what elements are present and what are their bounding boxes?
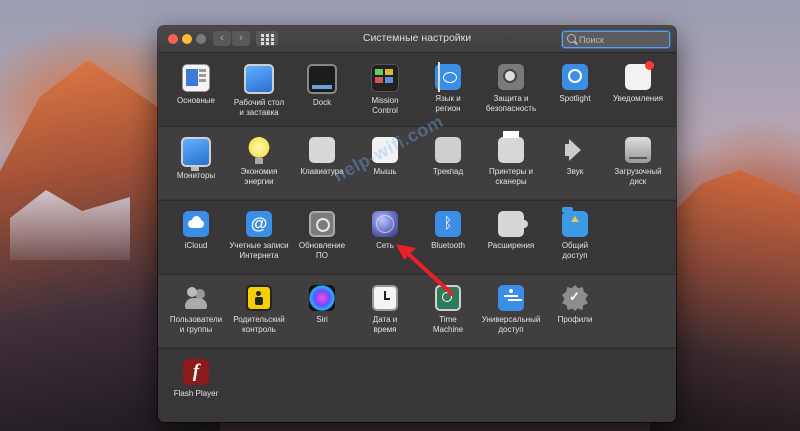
siri-icon: [309, 285, 335, 311]
pane-label: Защита и безопасность: [485, 94, 537, 113]
pane-general[interactable]: Основные: [164, 64, 228, 106]
pane-label: Основные: [177, 96, 215, 105]
icloud-icon: [183, 211, 209, 237]
search-input[interactable]: [579, 32, 665, 47]
startup-disk-icon: [625, 137, 651, 163]
energy-saver-icon: [246, 137, 272, 164]
pane-label: Time Machine: [432, 315, 464, 334]
section-divider: [158, 348, 676, 349]
trackpad-icon: [435, 137, 461, 163]
pane-label: Пользователи и группы: [169, 315, 223, 334]
pane-mission-control[interactable]: Mission Control: [353, 64, 417, 115]
pane-label: Трекпад: [432, 167, 464, 176]
pane-sound[interactable]: Звук: [543, 137, 607, 177]
section-divider: [158, 200, 676, 201]
pane-security[interactable]: Защита и безопасность: [479, 64, 543, 113]
search-field[interactable]: [562, 31, 670, 48]
pane-extensions[interactable]: Расширения: [479, 211, 543, 251]
pane-label: Обновление ПО: [298, 241, 346, 260]
sharing-icon: [562, 207, 588, 237]
pane-displays[interactable]: Мониторы: [164, 137, 228, 181]
network-icon: [372, 211, 398, 237]
pane-profiles[interactable]: Профили: [543, 285, 607, 325]
pane-label: Spotlight: [559, 94, 591, 103]
users-groups-icon: [183, 285, 209, 311]
pane-flash-player[interactable]: f Flash Player: [164, 359, 228, 399]
pane-label: Звук: [566, 167, 584, 176]
general-icon: [182, 64, 210, 92]
pane-label: Dock: [312, 98, 332, 107]
flash-player-icon: f: [183, 359, 209, 385]
pane-label: Siri: [316, 315, 328, 324]
profiles-icon: [562, 285, 588, 311]
pane-printers[interactable]: Принтеры и сканеры: [479, 131, 543, 186]
parental-controls-icon: [246, 285, 272, 311]
pane-label: Язык и регион: [435, 94, 461, 113]
bluetooth-icon: ᛒ: [435, 211, 461, 237]
pane-label: Мониторы: [176, 171, 216, 180]
pane-software-update[interactable]: Обновление ПО: [290, 211, 354, 260]
pane-sharing[interactable]: Общий доступ: [543, 207, 607, 260]
notifications-icon: [625, 61, 654, 90]
pane-label: Расширения: [487, 241, 535, 250]
pane-language-region[interactable]: Язык и регион: [416, 62, 480, 113]
pane-startup-disk[interactable]: Загрузочный диск: [606, 137, 670, 186]
dock-icon: [307, 64, 337, 94]
pane-desktop-screensaver[interactable]: Рабочий стол и заставка: [227, 64, 291, 117]
keyboard-icon: [309, 137, 335, 163]
pane-siri[interactable]: Siri: [290, 285, 354, 325]
pane-label: Загрузочный диск: [614, 167, 662, 186]
pane-label: Рабочий стол и заставка: [233, 98, 285, 117]
pane-label: Родительский контроль: [233, 315, 285, 334]
pane-label: Принтеры и сканеры: [489, 167, 533, 186]
sound-icon: [562, 137, 588, 163]
pane-label: Mission Control: [371, 96, 399, 115]
preferences-section: [158, 348, 676, 422]
pane-label: Общий доступ: [561, 241, 589, 260]
pane-trackpad[interactable]: Трекпад: [416, 137, 480, 177]
pane-notifications[interactable]: Уведомления: [606, 61, 670, 104]
extensions-icon: [498, 211, 528, 237]
spotlight-icon: [562, 64, 588, 90]
security-icon: [498, 64, 524, 90]
pane-label: Учетные записи Интернета: [229, 241, 289, 260]
pane-parental-controls[interactable]: Родительский контроль: [227, 285, 291, 334]
mission-control-icon: [371, 64, 399, 92]
pane-label: iCloud: [184, 241, 208, 250]
pane-dock[interactable]: Dock: [290, 64, 354, 108]
software-update-icon: [309, 211, 335, 237]
pane-label: Профили: [557, 315, 593, 324]
pane-spotlight[interactable]: Spotlight: [543, 64, 607, 104]
internet-accounts-icon: @: [246, 211, 272, 237]
pane-icloud[interactable]: iCloud: [164, 211, 228, 251]
pane-energy-saver[interactable]: Экономия энергии: [227, 137, 291, 186]
pane-internet-accounts[interactable]: @ Учетные записи Интернета: [227, 211, 291, 260]
pane-label: Универсальный доступ: [481, 315, 541, 334]
title-bar: ‹ › Системные настройки: [158, 26, 676, 53]
search-icon: [567, 34, 576, 43]
system-preferences-window: ‹ › Системные настройки Основные Рабочий …: [158, 26, 676, 422]
desktop-screensaver-icon: [244, 64, 274, 94]
pane-label: Уведомления: [612, 94, 664, 103]
printers-icon: [498, 131, 524, 163]
displays-icon: [181, 137, 211, 171]
pane-label: Дата и время: [372, 315, 398, 334]
pane-label: Flash Player: [173, 389, 219, 398]
pane-label: Экономия энергии: [240, 167, 278, 186]
pane-users-groups[interactable]: Пользователи и группы: [164, 285, 228, 334]
red-arrow-annotation: [396, 244, 454, 296]
pane-accessibility[interactable]: Универсальный доступ: [479, 285, 543, 334]
language-region-icon: [435, 62, 461, 92]
accessibility-icon: [498, 285, 524, 311]
